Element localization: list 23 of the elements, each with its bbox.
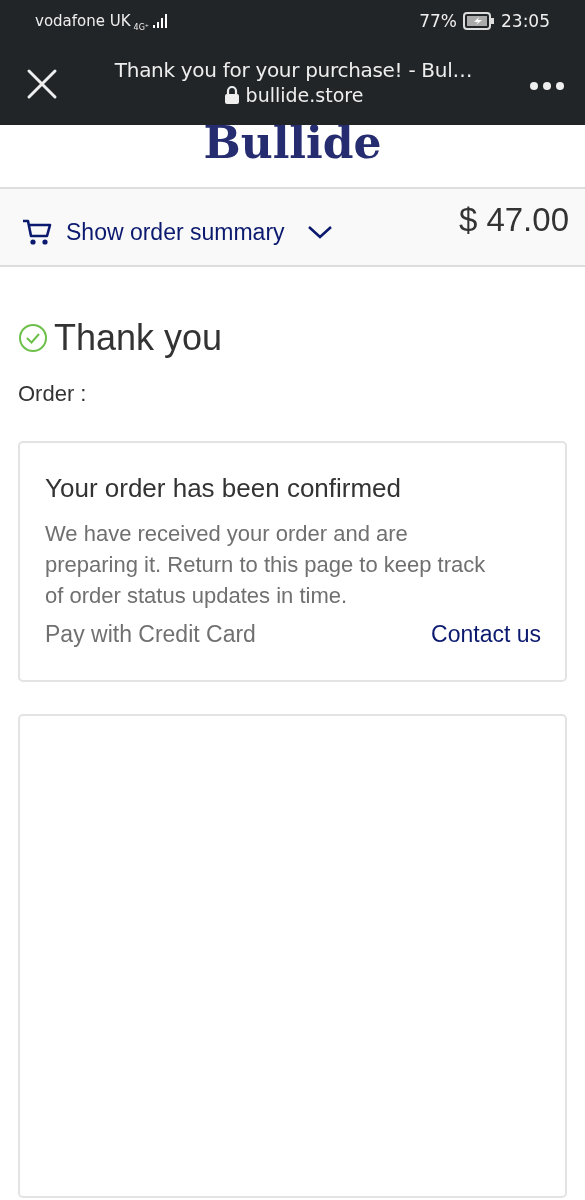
confirmation-message: We have received your order and are preparing it. Return to this page to keep track of order status updates in time. [45, 520, 487, 610]
battery-percent: 77% [419, 11, 457, 31]
network-type: 4G⁺ [133, 22, 150, 32]
confirmation-title: Your order has been confirmed [45, 473, 403, 504]
clock: 23:05 [501, 11, 550, 31]
order-number-label: Order : [18, 381, 88, 407]
chevron-down-icon [306, 224, 333, 240]
signal-icon [152, 13, 169, 29]
more-menu-button[interactable] [529, 80, 565, 91]
battery-icon [463, 12, 495, 30]
url-text: bullide.store [245, 83, 364, 106]
order-total: $ 47.00 [458, 201, 569, 239]
contact-link[interactable]: Contact us [431, 621, 541, 648]
carrier-name: vodafone UK [35, 12, 131, 30]
page-title: Thank you for your purchase! - Bul… [114, 57, 473, 82]
lock-icon [223, 84, 240, 105]
close-button[interactable] [26, 67, 58, 100]
check-circle-icon [18, 323, 48, 353]
thank-you-heading: Thank you [54, 317, 223, 359]
payment-method: Pay with Credit Card [45, 621, 256, 648]
order-summary-toggle[interactable]: Show order summary [22, 217, 333, 247]
cart-icon [22, 217, 52, 247]
store-logo[interactable]: Bullide [203, 125, 382, 165]
